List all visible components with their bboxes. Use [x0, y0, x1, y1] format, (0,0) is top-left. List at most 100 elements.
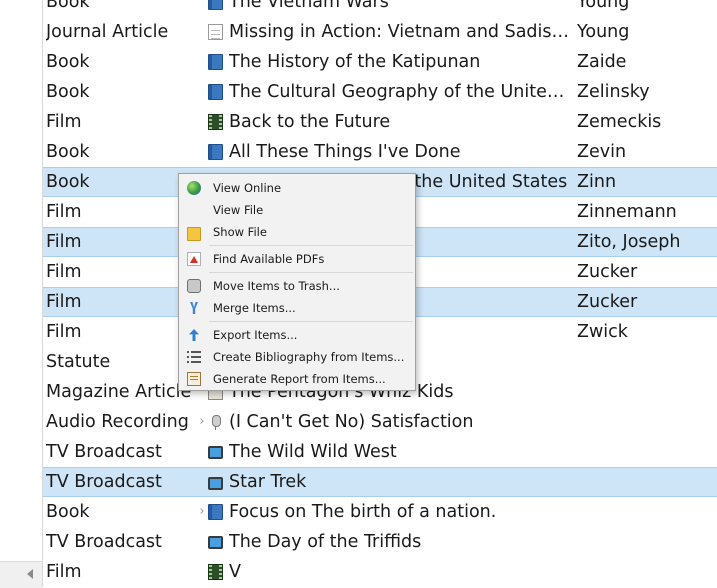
expand-chevron-icon[interactable]: › [195, 407, 209, 437]
menu-item-show-file[interactable]: Show File [179, 221, 415, 243]
item-title-cell: Focus on The birth of a nation. [229, 502, 497, 522]
item-type-cell: TV Broadcast [46, 442, 162, 462]
menu-separator [209, 272, 413, 273]
item-title-cell: (I Can't Get No) Satisfaction [229, 412, 474, 432]
table-row[interactable]: Audio Recording › (I Can't Get No) Satisfa… [43, 407, 717, 437]
item-type-cell: Book [46, 82, 90, 102]
menu-item-move-to-trash[interactable]: Move Items to Trash... [179, 275, 415, 297]
item-title-cell: The Day of the Triffids [229, 532, 422, 552]
item-type-cell: TV Broadcast [46, 472, 162, 492]
item-type-cell: Book [46, 142, 90, 162]
menu-item-label: View Online [213, 181, 282, 195]
menu-item-label: Find Available PDFs [213, 252, 325, 266]
film-icon [208, 114, 223, 130]
left-pane-edge [0, 0, 43, 587]
item-type-cell: Magazine Article [46, 382, 192, 402]
item-type-cell: Film [46, 562, 82, 582]
tv-icon [208, 536, 223, 549]
item-title-cell: Back to the Future [229, 112, 391, 132]
item-type-cell: Book [46, 52, 90, 72]
scroll-left-arrow-icon[interactable] [27, 569, 33, 579]
item-type-cell: Film [46, 232, 82, 252]
item-creator-cell: Zinnemann [577, 202, 677, 222]
table-row[interactable]: Book The Vietnam Wars Young [43, 0, 717, 17]
menu-item-label: Export Items... [213, 328, 298, 342]
table-row[interactable]: Film V [43, 557, 717, 587]
menu-item-label: Generate Report from Items... [213, 372, 386, 386]
item-creator-cell: Zwick [577, 322, 628, 342]
horizontal-scrollbar[interactable] [0, 561, 42, 588]
item-type-cell: Book [46, 0, 90, 12]
tv-icon [208, 446, 223, 459]
microphone-icon [208, 414, 223, 430]
table-row[interactable]: TV Broadcast The Day of the Triffids [43, 527, 717, 557]
folder-icon [187, 227, 201, 241]
item-type-cell: Film [46, 202, 82, 222]
menu-item-view-file[interactable]: View File [179, 199, 415, 221]
item-creator-cell: Zemeckis [577, 112, 662, 132]
item-type-cell: Film [46, 112, 82, 132]
table-row[interactable]: Book All These Things I've Done Zevin [43, 137, 717, 167]
item-title-cell: V [229, 562, 241, 582]
film-icon [208, 564, 223, 580]
item-creator-cell: Zaide [577, 52, 627, 72]
item-title-cell: The History of the Katipunan [229, 52, 481, 72]
item-creator-cell: Zelinsky [577, 82, 650, 102]
trash-icon [187, 279, 201, 293]
item-creator-cell: Zinn [577, 172, 617, 192]
item-creator-cell: Zevin [577, 142, 627, 162]
item-type-cell: Book [46, 172, 90, 192]
item-title-cell: The Cultural Geography of the United Sta… [229, 82, 575, 102]
item-type-cell: Film [46, 292, 82, 312]
menu-item-create-bibliography[interactable]: Create Bibliography from Items... [179, 346, 415, 368]
tv-icon [208, 477, 223, 490]
book-icon [208, 84, 223, 100]
table-row[interactable]: TV Broadcast The Wild Wild West [43, 437, 717, 467]
merge-icon [187, 301, 201, 315]
menu-item-generate-report[interactable]: Generate Report from Items... [179, 368, 415, 390]
item-title-cell: The Wild Wild West [229, 442, 397, 462]
menu-separator [209, 321, 413, 322]
item-creator-cell: Young [577, 22, 630, 42]
context-menu: View Online View File Show File Find Ava… [178, 173, 416, 391]
menu-item-find-pdfs[interactable]: Find Available PDFs [179, 248, 415, 270]
bibliography-list-icon [187, 350, 201, 364]
menu-item-label: Create Bibliography from Items... [213, 350, 405, 364]
table-row[interactable]: Journal Article Missing in Action: Vietna… [43, 17, 717, 47]
menu-item-label: Merge Items... [213, 301, 296, 315]
item-type-cell: TV Broadcast [46, 532, 162, 552]
menu-item-label: Show File [213, 225, 267, 239]
item-creator-cell: Zucker [577, 292, 638, 312]
item-title-cell: Missing in Action: Vietnam and Sadism in… [229, 22, 575, 42]
table-row[interactable]: Book The Cultural Geography of the United… [43, 77, 717, 107]
item-type-cell: Film [46, 322, 82, 342]
item-title-cell: The Vietnam Wars [229, 0, 389, 12]
menu-item-export[interactable]: Export Items... [179, 324, 415, 346]
table-row[interactable]: Book › Focus on The birth of a nation. [43, 497, 717, 527]
book-icon [208, 54, 223, 70]
globe-icon [187, 181, 201, 195]
export-icon [187, 328, 201, 342]
pdf-icon [187, 252, 201, 266]
item-title-cell: All These Things I've Done [229, 142, 461, 162]
item-type-cell: Audio Recording [46, 412, 189, 432]
menu-item-view-online[interactable]: View Online [179, 177, 415, 199]
book-icon [208, 144, 223, 160]
menu-item-merge[interactable]: Merge Items... [179, 297, 415, 319]
item-type-cell: Film [46, 262, 82, 282]
item-type-cell: Statute [46, 352, 111, 372]
item-creator-cell: Zito, Joseph [577, 232, 681, 252]
item-type-cell: Book [46, 502, 90, 522]
table-row[interactable]: TV Broadcast Star Trek [43, 467, 717, 497]
report-icon [187, 372, 201, 386]
expand-chevron-icon[interactable]: › [195, 497, 209, 527]
item-creator-cell: Zucker [577, 262, 638, 282]
item-creator-cell: Young [577, 0, 630, 12]
item-title-cell: Star Trek [229, 472, 307, 492]
book-icon [208, 0, 223, 10]
document-icon [208, 24, 223, 40]
table-row[interactable]: Book The History of the Katipunan Zaide [43, 47, 717, 77]
book-icon [208, 504, 223, 520]
table-row[interactable]: Film Back to the Future Zemeckis [43, 107, 717, 137]
menu-item-label: View File [213, 203, 264, 217]
